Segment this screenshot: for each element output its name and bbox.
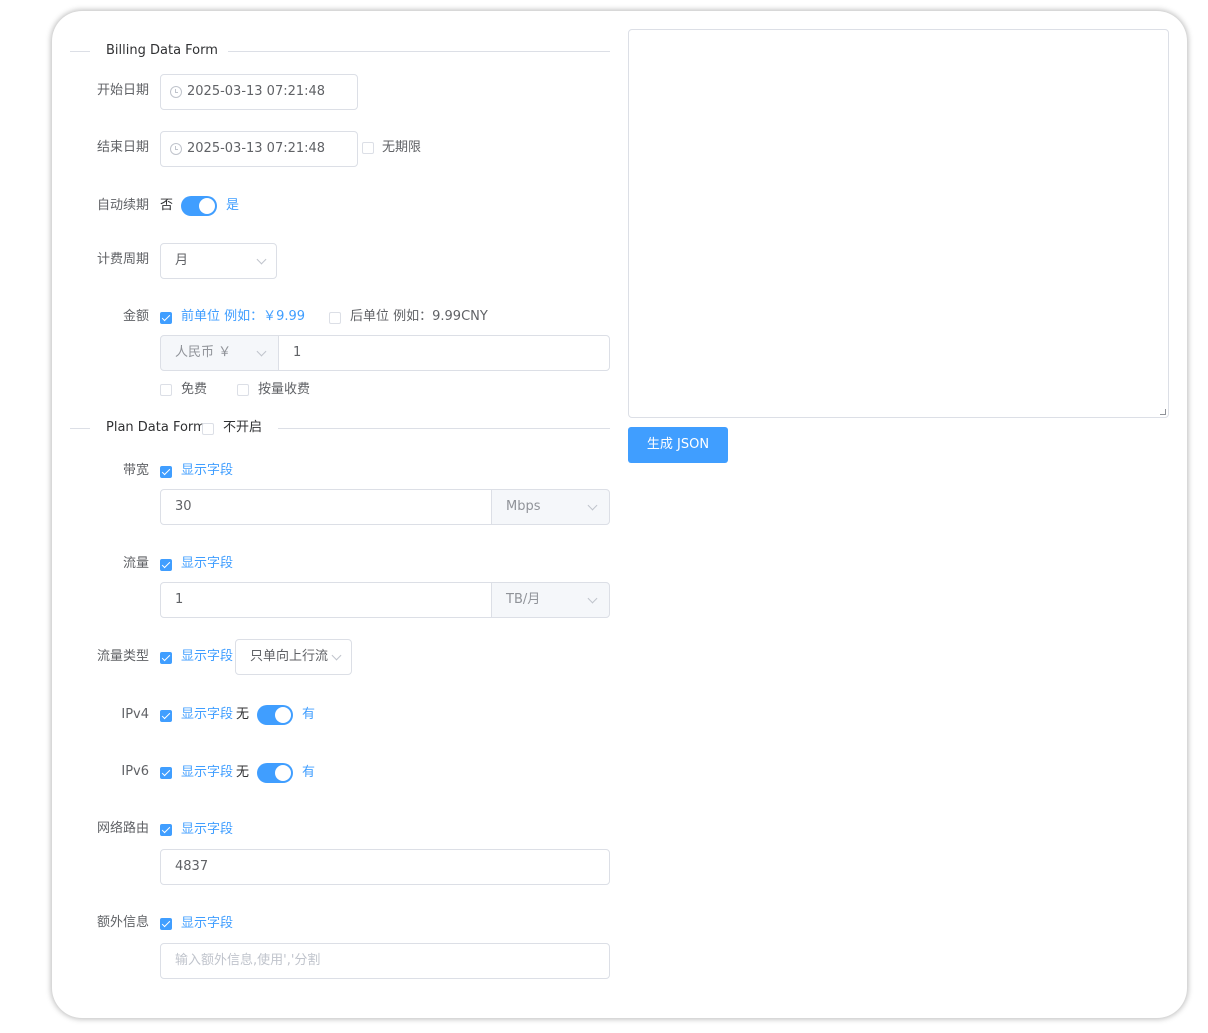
end-date-value: 2025-03-13 07:21:48 xyxy=(187,141,326,156)
bandwidth-show-checkbox[interactable] xyxy=(160,466,172,478)
ipv4-label: IPv4 xyxy=(121,707,149,722)
free-label[interactable]: 免费 xyxy=(181,380,207,400)
bandwidth-show-label[interactable]: 显示字段 xyxy=(181,461,233,481)
amount-value: 1 xyxy=(293,345,302,360)
billing-cycle-value: 月 xyxy=(175,253,189,268)
billing-cycle-label: 计费周期 xyxy=(96,252,149,267)
ipv4-show-checkbox[interactable] xyxy=(160,710,172,722)
amount-input[interactable]: 1 xyxy=(278,335,610,371)
ipv6-show-label[interactable]: 显示字段 xyxy=(181,763,233,783)
extra-info-show-label[interactable]: 显示字段 xyxy=(181,914,233,934)
ipv6-label: IPv6 xyxy=(121,764,149,779)
end-date-label: 结束日期 xyxy=(96,140,149,155)
ipv6-show-checkbox[interactable] xyxy=(160,767,172,779)
route-show-label[interactable]: 显示字段 xyxy=(181,820,233,840)
clock-icon xyxy=(170,143,182,155)
usage-billing-checkbox[interactable] xyxy=(237,384,249,396)
bandwidth-unit-value: Mbps xyxy=(506,499,541,514)
usage-billing-label[interactable]: 按量收费 xyxy=(258,380,310,400)
route-value: 4837 xyxy=(175,859,209,874)
extra-info-label: 额外信息 xyxy=(96,915,149,930)
suffix-unit-label[interactable]: 后单位 例如：9.99CNY xyxy=(350,307,488,327)
plan-disable-label[interactable]: 不开启 xyxy=(223,418,262,438)
extra-info-input[interactable]: 输入额外信息,使用','分割 xyxy=(160,943,610,979)
ipv6-off-text: 无 xyxy=(236,765,250,780)
suffix-unit-checkbox[interactable] xyxy=(329,312,341,324)
json-output-textarea[interactable] xyxy=(628,29,1169,418)
traffic-unit-select[interactable]: TB/月 xyxy=(491,582,610,618)
currency-value: 人民币 ￥ xyxy=(175,345,232,360)
start-date-label: 开始日期 xyxy=(96,83,149,98)
ipv4-on-text: 有 xyxy=(302,707,316,722)
unlimited-checkbox[interactable] xyxy=(362,142,374,154)
auto-renew-on-text: 是 xyxy=(226,198,240,213)
ipv4-switch[interactable] xyxy=(257,705,293,725)
resize-handle-icon[interactable] xyxy=(1160,409,1166,415)
ipv4-off-text: 无 xyxy=(236,707,250,722)
billing-cycle-select[interactable]: 月 xyxy=(160,243,277,279)
chevron-down-icon xyxy=(587,500,598,511)
traffic-show-label[interactable]: 显示字段 xyxy=(181,554,233,574)
traffic-unit-value: TB/月 xyxy=(506,592,541,607)
bandwidth-input[interactable]: 30 xyxy=(160,489,492,525)
currency-select[interactable]: 人民币 ￥ xyxy=(160,335,279,371)
billing-section-title: Billing Data Form xyxy=(70,41,610,61)
prefix-unit-checkbox[interactable] xyxy=(160,312,172,324)
traffic-label: 流量 xyxy=(122,556,149,571)
extra-info-show-checkbox[interactable] xyxy=(160,918,172,930)
traffic-type-select[interactable]: 只单向上行流 xyxy=(235,639,352,675)
auto-renew-label: 自动续期 xyxy=(96,198,149,213)
auto-renew-switch[interactable] xyxy=(181,196,217,216)
ipv6-on-text: 有 xyxy=(302,765,316,780)
bandwidth-unit-select[interactable]: Mbps xyxy=(491,489,610,525)
chevron-down-icon xyxy=(331,650,342,661)
traffic-type-show-label[interactable]: 显示字段 xyxy=(181,647,233,667)
traffic-value: 1 xyxy=(175,592,184,607)
route-input[interactable]: 4837 xyxy=(160,849,610,885)
amount-label: 金额 xyxy=(122,309,149,324)
bandwidth-label: 带宽 xyxy=(122,463,149,478)
free-checkbox[interactable] xyxy=(160,384,172,396)
generate-json-button[interactable]: 生成 JSON xyxy=(628,427,728,463)
ipv6-switch[interactable] xyxy=(257,763,293,783)
unlimited-label[interactable]: 无期限 xyxy=(382,138,421,158)
prefix-unit-label[interactable]: 前单位 例如：￥9.99 xyxy=(181,307,305,327)
bandwidth-value: 30 xyxy=(175,499,192,514)
extra-info-placeholder: 输入额外信息,使用','分割 xyxy=(175,953,321,968)
plan-section-title: Plan Data Form 不开启 xyxy=(70,418,610,438)
route-show-checkbox[interactable] xyxy=(160,824,172,836)
chevron-down-icon xyxy=(256,254,267,265)
traffic-type-label: 流量类型 xyxy=(96,649,149,664)
plan-disable-checkbox[interactable] xyxy=(202,423,214,435)
traffic-type-value: 只单向上行流 xyxy=(250,649,329,664)
start-date-picker[interactable]: 2025-03-13 07:21:48 xyxy=(160,74,358,110)
traffic-type-show-checkbox[interactable] xyxy=(160,652,172,664)
end-date-picker[interactable]: 2025-03-13 07:21:48 xyxy=(160,131,358,167)
clock-icon xyxy=(170,86,182,98)
chevron-down-icon xyxy=(587,593,598,604)
traffic-show-checkbox[interactable] xyxy=(160,559,172,571)
ipv4-show-label[interactable]: 显示字段 xyxy=(181,705,233,725)
route-label: 网络路由 xyxy=(96,821,149,836)
auto-renew-off-text: 否 xyxy=(160,198,174,213)
chevron-down-icon xyxy=(256,346,267,357)
start-date-value: 2025-03-13 07:21:48 xyxy=(187,84,326,99)
traffic-input[interactable]: 1 xyxy=(160,582,492,618)
